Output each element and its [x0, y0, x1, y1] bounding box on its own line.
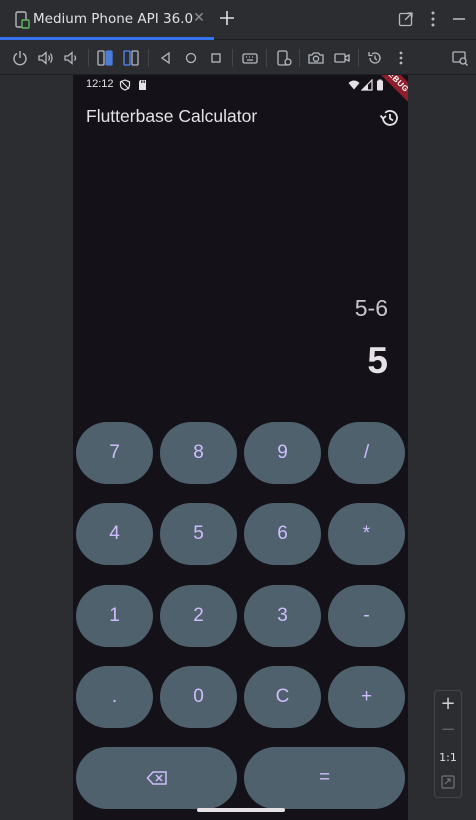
emulator-toolbar [0, 41, 476, 75]
more-icon[interactable] [392, 49, 410, 67]
signal-icon [361, 79, 373, 91]
toolbar-separator [232, 49, 233, 67]
key-9[interactable]: 9 [244, 422, 321, 484]
overview-icon[interactable] [207, 49, 225, 67]
key-2[interactable]: 2 [160, 585, 237, 647]
key-7[interactable]: 7 [76, 422, 153, 484]
key-divide[interactable]: / [328, 422, 405, 484]
app-title: Flutterbase Calculator [86, 106, 258, 126]
gesture-navigation-bar[interactable] [197, 808, 285, 812]
close-tab-icon[interactable]: ✕ [192, 11, 206, 25]
more-options-icon[interactable] [426, 10, 440, 28]
rotate-right-icon[interactable] [122, 49, 140, 67]
power-icon[interactable] [11, 49, 29, 67]
volume-down-icon[interactable] [62, 49, 80, 67]
toolbar-separator [148, 49, 149, 67]
key-5[interactable]: 5 [160, 503, 237, 565]
new-tab-icon[interactable] [218, 9, 236, 27]
key-backspace[interactable] [76, 747, 237, 809]
screenshot-icon[interactable] [307, 49, 325, 67]
rotate-left-icon[interactable] [96, 49, 114, 67]
key-0[interactable]: 0 [160, 666, 237, 728]
wifi-icon [348, 80, 360, 90]
key-8[interactable]: 8 [160, 422, 237, 484]
key-add[interactable]: + [328, 666, 405, 728]
tab-title: Medium Phone API 36.0 [33, 11, 194, 27]
status-time: 12:12 [86, 78, 114, 90]
screen-record-icon[interactable] [333, 49, 351, 67]
key-equals[interactable]: = [244, 747, 405, 809]
popout-icon[interactable] [398, 11, 414, 27]
device-icon [15, 11, 30, 29]
expression-display: 5-6 [354, 295, 388, 321]
key-clear[interactable]: C [244, 666, 321, 728]
keyboard-icon[interactable] [241, 49, 259, 67]
phone-screen: 12:12 DEBUG Flutterbase Calculator 5-6 5… [73, 75, 408, 820]
result-display: 5 [367, 340, 388, 381]
history-icon[interactable] [378, 107, 400, 129]
sd-card-icon [139, 80, 146, 90]
toolbar-separator [266, 49, 267, 67]
toolbar-separator [299, 49, 300, 67]
backspace-icon [145, 771, 167, 785]
vpn-shield-icon [119, 79, 131, 91]
snapshot-icon[interactable] [366, 49, 384, 67]
key-multiply[interactable]: * [328, 503, 405, 565]
volume-up-icon[interactable] [37, 49, 55, 67]
toolbar-separator [358, 49, 359, 67]
fit-screen-icon[interactable] [441, 775, 455, 789]
key-subtract[interactable]: - [328, 585, 405, 647]
status-bar: 12:12 DEBUG [73, 75, 408, 114]
zoom-controls: + − 1:1 [434, 690, 462, 798]
key-3[interactable]: 3 [244, 585, 321, 647]
back-icon[interactable] [157, 49, 175, 67]
ide-tab-bar: Medium Phone API 36.0 ✕ [0, 0, 476, 40]
device-settings-icon[interactable] [275, 49, 293, 67]
key-decimal[interactable]: . [76, 666, 153, 728]
actual-size-button[interactable]: 1:1 [435, 751, 461, 764]
zoom-out-button[interactable]: − [435, 719, 461, 740]
battery-icon [377, 79, 383, 91]
toolbar-separator [88, 49, 89, 67]
minimize-icon[interactable] [452, 17, 466, 21]
key-1[interactable]: 1 [76, 585, 153, 647]
key-4[interactable]: 4 [76, 503, 153, 565]
zoom-in-button[interactable]: + [435, 693, 461, 714]
home-icon[interactable] [182, 49, 200, 67]
tab-emulator[interactable]: Medium Phone API 36.0 ✕ [0, 0, 214, 40]
extended-controls-icon[interactable] [451, 49, 469, 67]
key-6[interactable]: 6 [244, 503, 321, 565]
